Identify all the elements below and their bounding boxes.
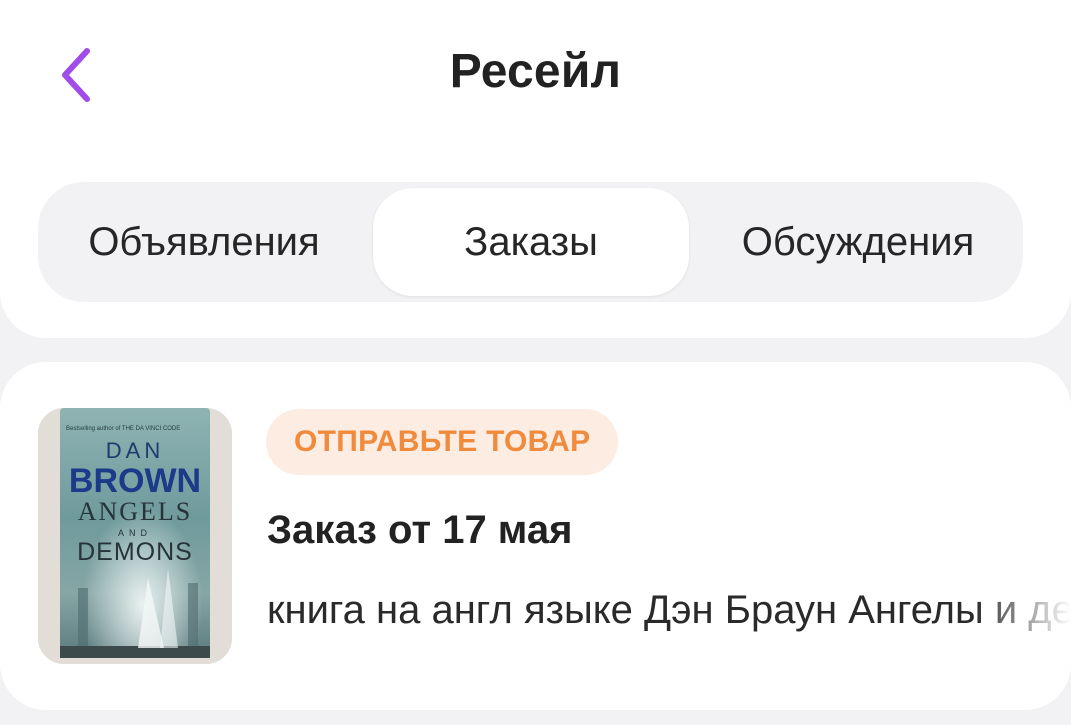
tab-discussions[interactable]: Обсуждения: [693, 182, 1023, 302]
cover-tagline: Bestselling author of THE DA VINCI CODE: [66, 426, 180, 432]
segmented-tabs: Объявления Заказы Обсуждения: [38, 182, 1023, 302]
order-title: Заказ от 17 мая: [267, 508, 573, 552]
cover-author-last: BROWN: [69, 462, 201, 500]
status-badge: ОТПРАВЬТЕ ТОВАР: [266, 409, 619, 475]
cover-title-and: AND: [118, 528, 152, 538]
order-description: книга на англ языке Дэн Браун Ангелы и д…: [267, 588, 1071, 632]
header: Ресейл Объявления Заказы Обсуждения: [0, 0, 1071, 338]
tab-ads[interactable]: Объявления: [38, 182, 370, 302]
book-cover-image: Bestselling author of THE DA VINCI CODE …: [38, 408, 232, 664]
product-thumbnail: Bestselling author of THE DA VINCI CODE …: [38, 408, 232, 664]
order-card[interactable]: Bestselling author of THE DA VINCI CODE …: [0, 362, 1071, 710]
cover-title-line2: DEMONS: [77, 538, 193, 566]
tab-orders[interactable]: Заказы: [373, 188, 689, 296]
page-title: Ресейл: [449, 45, 622, 98]
cover-title-line1: ANGELS: [78, 497, 193, 526]
cover-author-first: DAN: [106, 438, 164, 463]
